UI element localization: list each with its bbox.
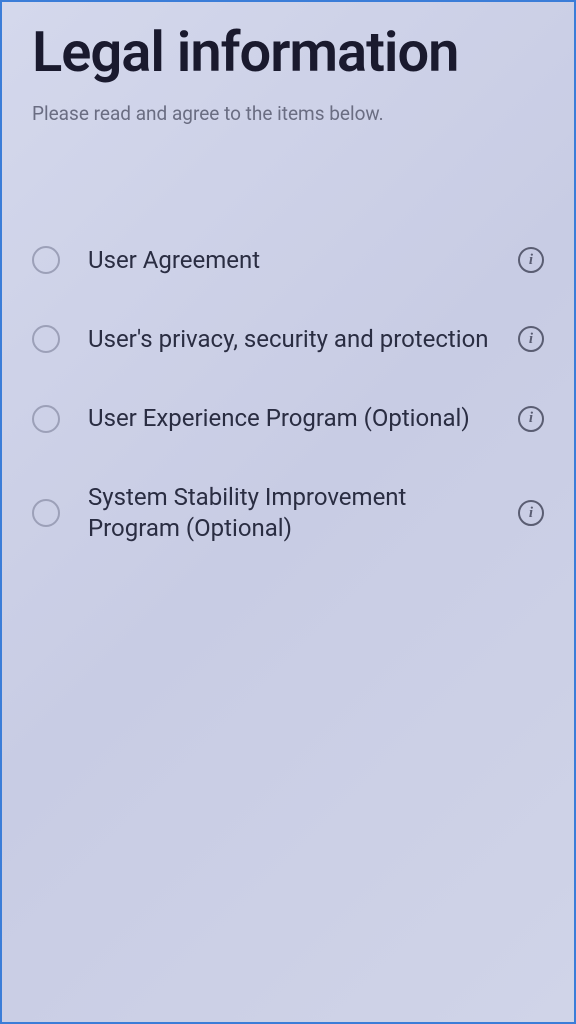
info-icon[interactable]: i <box>518 500 544 526</box>
item-label: System Stability Improvement Program (Op… <box>88 482 490 544</box>
list-item: User Experience Program (Optional) i <box>32 403 544 434</box>
list-item: User Agreement i <box>32 245 544 276</box>
page-subtitle: Please read and agree to the items below… <box>32 102 544 125</box>
item-label: User Experience Program (Optional) <box>88 403 490 434</box>
info-icon[interactable]: i <box>518 326 544 352</box>
radio-privacy[interactable] <box>32 325 60 353</box>
radio-user-agreement[interactable] <box>32 246 60 274</box>
legal-information-screen: Legal information Please read and agree … <box>2 2 574 565</box>
agreement-list: User Agreement i User's privacy, securit… <box>32 245 544 545</box>
radio-experience-program[interactable] <box>32 405 60 433</box>
info-icon[interactable]: i <box>518 406 544 432</box>
radio-stability-program[interactable] <box>32 499 60 527</box>
item-label: User's privacy, security and protection <box>88 324 490 355</box>
list-item: User's privacy, security and protection … <box>32 324 544 355</box>
info-icon[interactable]: i <box>518 247 544 273</box>
list-item: System Stability Improvement Program (Op… <box>32 482 544 544</box>
item-label: User Agreement <box>88 245 490 276</box>
page-title: Legal information <box>32 22 544 84</box>
